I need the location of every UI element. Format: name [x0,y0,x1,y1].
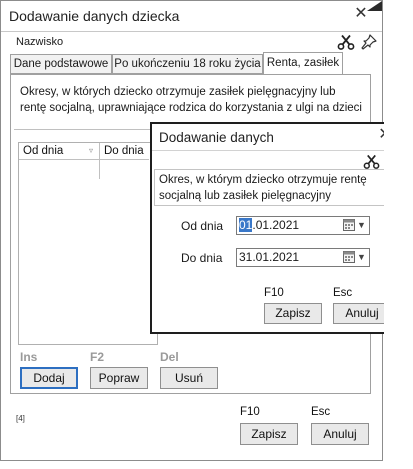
add-button[interactable]: Dodaj [20,367,78,389]
close-icon: ✕ [354,5,368,22]
desktop-background [384,0,413,461]
pin-icon [361,34,377,50]
filter-icon[interactable]: ▿ [89,146,93,155]
from-date-label: Od dnia [181,219,224,233]
tab-basic-data[interactable]: Dane podstawowe [10,54,112,74]
tools-button[interactable] [337,34,355,50]
cancel-button[interactable]: Anuluj [311,423,369,445]
periods-grid[interactable] [18,142,158,345]
bottom-strip [0,461,383,469]
hotkey-ins: Ins [20,350,38,364]
surname-label: Nazwisko [16,36,64,48]
dialog-hotkey-esc: Esc [333,287,353,299]
column-from-date[interactable]: Od dnia [23,145,63,157]
from-date-input[interactable]: 01.01.2021 ▼ [236,216,370,235]
dialog-cancel-button[interactable]: Anuluj [333,303,391,324]
footer-hotkey-esc: Esc [311,406,331,418]
main-window-title: Dodawanie danych dziecka [9,8,180,24]
dialog-title-separator [152,150,404,151]
pin-button[interactable] [360,34,378,50]
chevron-down-icon[interactable]: ▼ [357,249,366,266]
scissors-icon [337,34,355,50]
delete-button[interactable]: Usuń [160,367,218,389]
dialog-save-button[interactable]: Zapisz [264,303,322,324]
hotkey-del: Del [160,350,179,364]
dialog-title: Dodawanie danych [159,130,274,145]
dialog-description: Okres, w którym dziecko otrzymuje rentę … [154,169,400,206]
footnote: [4] [16,414,25,423]
main-description: Okresy, w których dziecko otrzymuje zasi… [14,81,368,121]
column-divider [99,143,100,179]
to-date-label: Do dnia [181,251,223,265]
calendar-icon[interactable] [343,218,355,236]
edit-button[interactable]: Popraw [90,367,148,389]
tab-after-18[interactable]: Po ukończeniu 18 roku życia [112,54,263,74]
titlebar-corner [367,0,382,11]
from-date-rest: .01.2021 [252,218,300,232]
hotkey-f2: F2 [90,350,105,364]
add-period-dialog: Dodawanie danych ✕ Okres, w którym dziec… [150,122,406,334]
dialog-tools-button[interactable] [363,154,380,169]
scissors-icon [363,154,380,169]
column-to-date[interactable]: Do dnia [104,145,144,157]
from-date-selected-part: 01 [239,218,253,232]
to-date-value: 31.01.2021 [239,250,300,264]
title-separator [1,31,382,32]
to-date-input[interactable]: 31.01.2021 ▼ [236,248,370,267]
chevron-down-icon[interactable]: ▼ [357,217,366,234]
save-button[interactable]: Zapisz [240,423,298,445]
dialog-hotkey-f10: F10 [264,287,284,299]
footer-hotkey-f10: F10 [240,406,260,418]
tab-pension-allowance[interactable]: Renta, zasiłek [263,52,343,75]
calendar-icon[interactable] [343,250,355,268]
